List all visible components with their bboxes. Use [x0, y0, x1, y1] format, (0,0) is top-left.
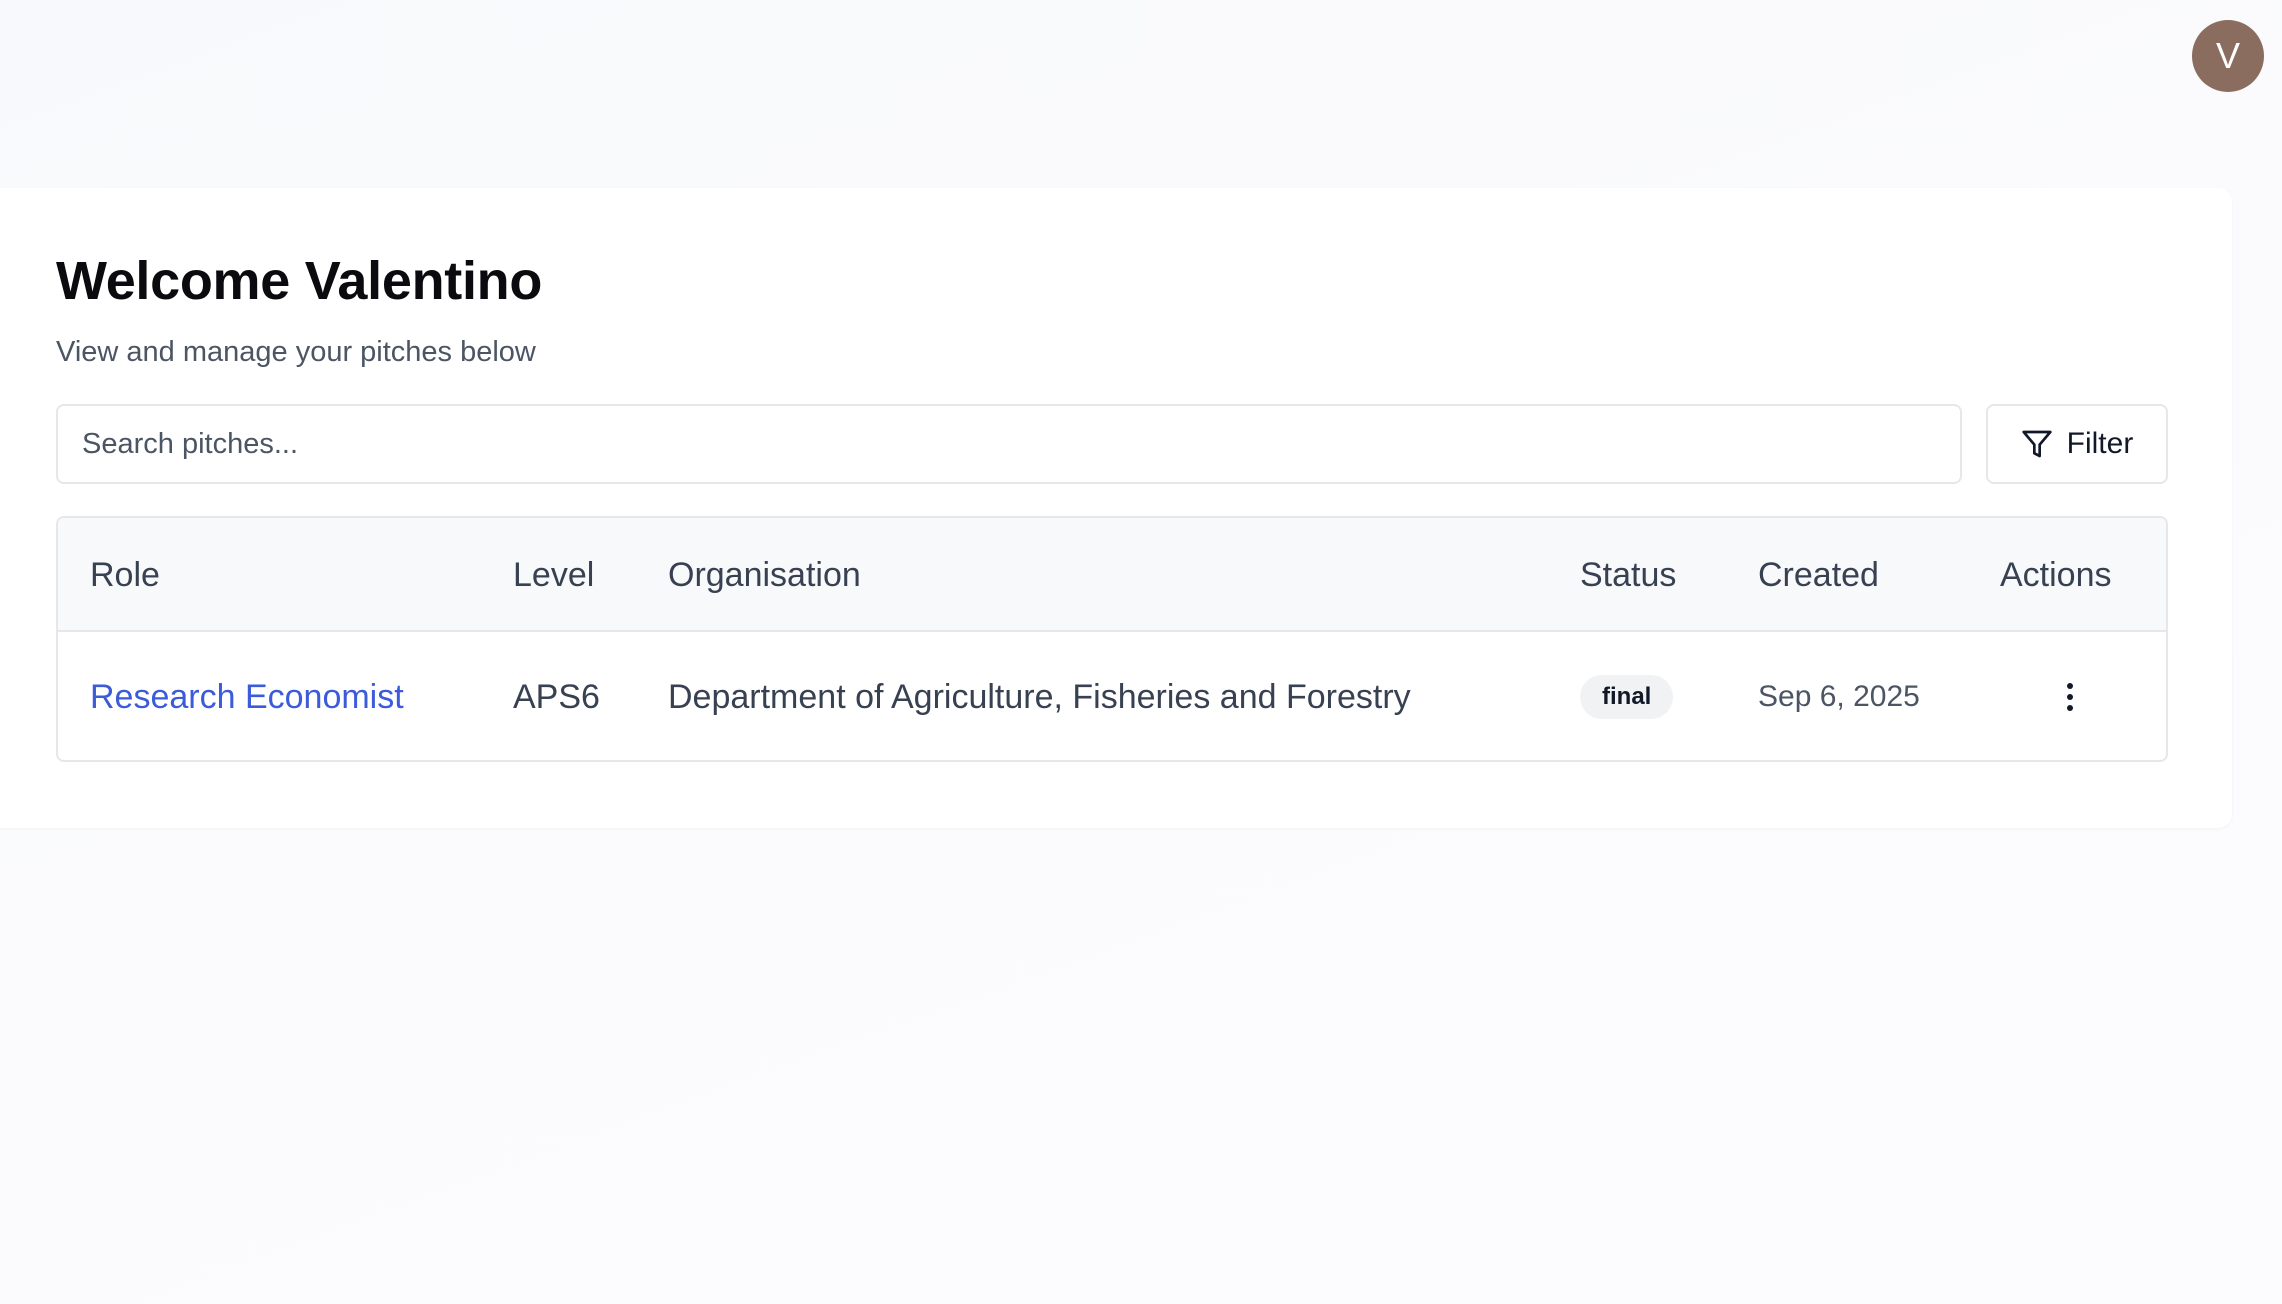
- status-badge: final: [1580, 675, 1674, 719]
- column-header-organisation[interactable]: Organisation: [668, 518, 861, 632]
- column-header-actions: Actions: [2000, 555, 2112, 594]
- column-header-level[interactable]: Level: [513, 518, 594, 632]
- column-header-created[interactable]: Created: [1758, 518, 1879, 632]
- more-vertical-icon[interactable]: [2050, 673, 2090, 721]
- page-title: Welcome Valentino: [56, 251, 543, 311]
- page-subtitle: View and manage your pitches below: [56, 336, 536, 368]
- cell-created: Sep 6, 2025: [1758, 680, 1920, 713]
- pitches-table: Role Level Organisation Status Created A…: [56, 516, 2168, 762]
- table-header: Role Level Organisation Status Created A…: [58, 518, 2166, 632]
- search-input[interactable]: [56, 404, 1962, 484]
- filter-button[interactable]: Filter: [1986, 404, 2168, 484]
- user-avatar[interactable]: V: [2192, 20, 2264, 92]
- role-link[interactable]: Research Economist: [90, 678, 404, 717]
- cell-status: final: [1580, 634, 1674, 760]
- cell-level: APS6: [513, 677, 600, 716]
- filter-button-label: Filter: [2066, 427, 2134, 460]
- cell-actions: [2050, 634, 2090, 760]
- column-header-status[interactable]: Status: [1580, 518, 1676, 632]
- cell-role: Research Economist: [90, 634, 404, 760]
- filter-icon: [2021, 430, 2052, 458]
- column-header-role[interactable]: Role: [90, 518, 160, 632]
- cell-organisation: Department of Agriculture, Fisheries and…: [668, 677, 1411, 716]
- table-row: Research Economist APS6 Department of Ag…: [58, 634, 2166, 760]
